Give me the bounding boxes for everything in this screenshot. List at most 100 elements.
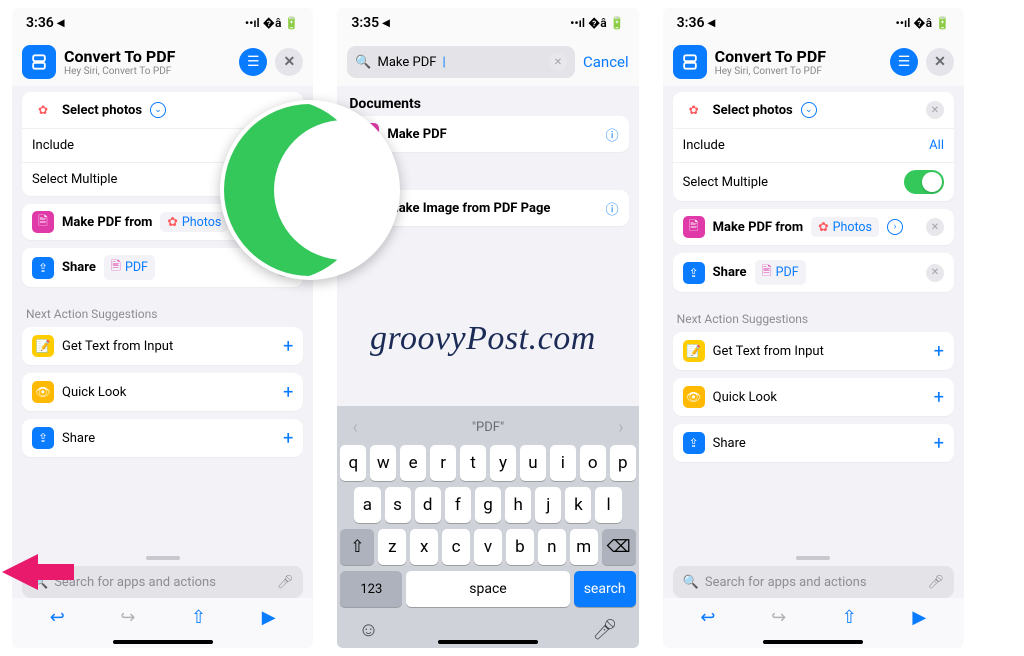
keyboard[interactable]: "PDF" qwertyuiop asdfghjkl ⇧ zxcvbnm ⌫ 1… xyxy=(337,406,638,648)
status-bar: 3:36 ◂ ••ıl �â 🔋 xyxy=(663,8,964,38)
status-time: 3:36 ◂ xyxy=(26,15,64,31)
key-m[interactable]: m xyxy=(570,529,598,565)
status-time: 3:35 ◂ xyxy=(351,15,389,31)
key-u[interactable]: u xyxy=(520,445,546,481)
key-e[interactable]: e xyxy=(400,445,426,481)
action-title: Select photos xyxy=(62,103,142,118)
suggestion-label: Quick Look xyxy=(713,390,777,405)
microphone-icon[interactable]: 🎤︎ xyxy=(927,575,944,590)
key-w[interactable]: w xyxy=(370,445,396,481)
text-icon: 📝 xyxy=(32,335,54,357)
key-shift[interactable]: ⇧ xyxy=(340,529,374,565)
expand-icon[interactable]: › xyxy=(887,219,903,235)
share-input-param[interactable]: PDF xyxy=(125,260,148,275)
settings-button[interactable]: ☰ xyxy=(239,48,267,76)
add-suggestion-button[interactable]: + xyxy=(934,387,944,408)
suggestion-quick-look[interactable]: 👁 Quick Look + xyxy=(22,373,303,411)
run-button[interactable]: ▶ xyxy=(262,607,276,628)
close-button[interactable]: ✕ xyxy=(275,48,303,76)
status-icons: ••ıl �â 🔋 xyxy=(570,16,625,30)
share-sheet-button[interactable]: ⇧ xyxy=(842,607,857,628)
key-p[interactable]: p xyxy=(610,445,636,481)
drawer-grabber[interactable] xyxy=(796,556,830,560)
key-r[interactable]: r xyxy=(430,445,456,481)
expand-icon[interactable]: ⌄ xyxy=(150,102,166,118)
suggestion-share[interactable]: ⇪ Share + xyxy=(673,424,954,462)
drawer-grabber[interactable] xyxy=(146,556,180,560)
key-k[interactable]: k xyxy=(565,487,591,523)
add-suggestion-button[interactable]: + xyxy=(283,336,293,357)
search-drawer[interactable]: 🔍 Search for apps and actions 🎤︎ xyxy=(663,552,964,598)
action-title: Select photos xyxy=(713,103,793,118)
suggestion-get-text[interactable]: 📝 Get Text from Input + xyxy=(22,327,303,365)
key-backspace[interactable]: ⌫ xyxy=(602,529,636,565)
key-t[interactable]: t xyxy=(460,445,486,481)
key-i[interactable]: i xyxy=(550,445,576,481)
watermark: groovyPost.com xyxy=(370,320,596,358)
undo-button[interactable]: ↩︎ xyxy=(700,607,715,628)
key-c[interactable]: c xyxy=(442,529,470,565)
action-select-photos[interactable]: ✿ Select photos ⌄ ✕ Include All Select M… xyxy=(673,92,954,201)
share-icon: ⇪ xyxy=(32,427,54,449)
expand-icon[interactable]: ⌄ xyxy=(801,102,817,118)
emoji-button[interactable]: ☺︎ xyxy=(358,617,378,642)
add-suggestion-button[interactable]: + xyxy=(934,341,944,362)
pdf-input-param[interactable]: Photos xyxy=(833,220,872,235)
key-search[interactable]: search xyxy=(574,571,636,607)
share-input-param[interactable]: PDF xyxy=(776,265,799,280)
key-z[interactable]: z xyxy=(378,529,406,565)
pdf-input-param[interactable]: Photos xyxy=(182,215,221,230)
key-d[interactable]: d xyxy=(415,487,441,523)
photos-icon: ✿ xyxy=(32,99,54,121)
run-button[interactable]: ▶ xyxy=(912,607,926,628)
key-n[interactable]: n xyxy=(538,529,566,565)
suggestion-share[interactable]: ⇪ Share + xyxy=(22,419,303,457)
search-input[interactable]: 🔍 Search for apps and actions 🎤︎ xyxy=(673,566,954,598)
settings-button[interactable]: ☰ xyxy=(890,48,918,76)
undo-button[interactable]: ↩︎ xyxy=(50,607,65,628)
key-o[interactable]: o xyxy=(580,445,606,481)
select-multiple-toggle[interactable] xyxy=(904,170,944,194)
search-value: Make PDF xyxy=(378,55,437,70)
search-placeholder: Search for apps and actions xyxy=(54,575,216,590)
action-share[interactable]: ⇪ Share 🖹 PDF ✕ xyxy=(673,253,954,292)
key-a[interactable]: a xyxy=(354,487,380,523)
key-h[interactable]: h xyxy=(505,487,531,523)
result-label: Make Image from PDF Page xyxy=(387,201,550,216)
info-icon[interactable]: ⓘ xyxy=(606,125,619,144)
info-icon[interactable]: ⓘ xyxy=(606,199,619,218)
action-title: Make PDF from xyxy=(713,220,803,235)
include-value[interactable]: All xyxy=(929,138,944,153)
suggestion-get-text[interactable]: 📝 Get Text from Input + xyxy=(673,332,954,370)
close-button[interactable]: ✕ xyxy=(926,48,954,76)
key-g[interactable]: g xyxy=(475,487,501,523)
key-numbers[interactable]: 123 xyxy=(340,571,402,607)
add-suggestion-button[interactable]: + xyxy=(283,428,293,449)
dictation-button[interactable]: 🎤︎ xyxy=(592,617,617,642)
key-space[interactable]: space xyxy=(406,571,569,607)
remove-action-button[interactable]: ✕ xyxy=(926,264,944,282)
key-b[interactable]: b xyxy=(506,529,534,565)
key-s[interactable]: s xyxy=(385,487,411,523)
remove-action-button[interactable]: ✕ xyxy=(926,101,944,119)
add-suggestion-button[interactable]: + xyxy=(283,382,293,403)
home-indicator xyxy=(438,640,538,644)
key-f[interactable]: f xyxy=(445,487,471,523)
action-search-input[interactable]: 🔍 Make PDF| ✕ xyxy=(347,46,575,78)
remove-action-button[interactable]: ✕ xyxy=(926,218,944,236)
key-x[interactable]: x xyxy=(410,529,438,565)
keyboard-suggestion-bar[interactable]: "PDF" xyxy=(340,409,635,445)
clear-search-button[interactable]: ✕ xyxy=(549,53,567,71)
share-sheet-button[interactable]: ⇧ xyxy=(191,607,206,628)
key-l[interactable]: l xyxy=(595,487,621,523)
key-v[interactable]: v xyxy=(474,529,502,565)
cancel-button[interactable]: Cancel xyxy=(583,53,629,71)
key-j[interactable]: j xyxy=(535,487,561,523)
add-suggestion-button[interactable]: + xyxy=(934,433,944,454)
suggestion-quick-look[interactable]: 👁 Quick Look + xyxy=(673,378,954,416)
action-make-pdf[interactable]: 🖹 Make PDF from ✿ Photos › ✕ xyxy=(673,209,954,245)
key-y[interactable]: y xyxy=(490,445,516,481)
key-q[interactable]: q xyxy=(340,445,366,481)
keyboard-suggestion[interactable]: "PDF" xyxy=(472,420,504,435)
microphone-icon[interactable]: 🎤︎ xyxy=(277,575,294,590)
